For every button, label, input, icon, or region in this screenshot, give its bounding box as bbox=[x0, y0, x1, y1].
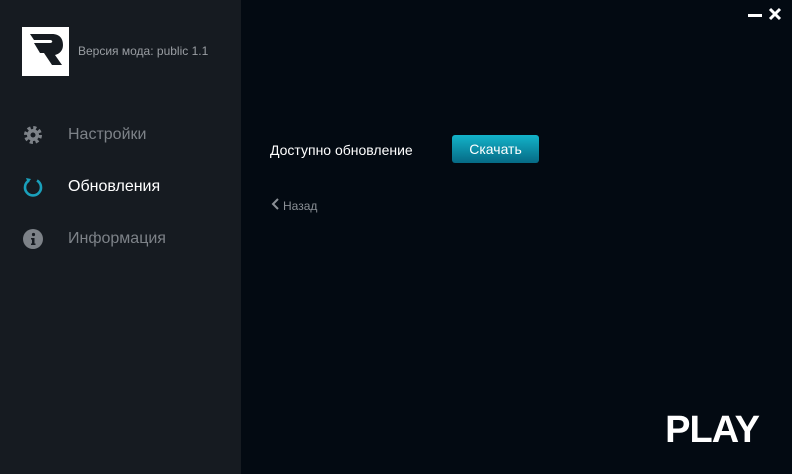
download-button[interactable]: Скачать bbox=[452, 135, 539, 163]
minimize-icon bbox=[748, 8, 762, 25]
minimize-button[interactable] bbox=[748, 8, 762, 26]
sidebar: Версия мода: public 1.1 Настройки Обновл… bbox=[0, 0, 241, 474]
main-panel: Доступно обновление Скачать Назад PLAY bbox=[241, 0, 792, 474]
sidebar-item-label: Информация bbox=[68, 230, 166, 247]
play-button[interactable]: PLAY bbox=[665, 409, 760, 452]
logo bbox=[22, 27, 69, 76]
info-icon bbox=[23, 229, 43, 249]
gear-icon bbox=[23, 125, 43, 145]
chevron-left-icon bbox=[271, 198, 279, 213]
sidebar-item-label: Обновления bbox=[68, 178, 161, 195]
close-icon bbox=[768, 7, 782, 25]
sidebar-item-updates[interactable]: Обновления bbox=[0, 167, 241, 207]
close-button[interactable] bbox=[768, 7, 782, 26]
back-link[interactable]: Назад bbox=[271, 198, 317, 213]
sidebar-item-settings[interactable]: Настройки bbox=[0, 115, 241, 155]
refresh-icon bbox=[23, 177, 43, 197]
update-available-text: Доступно обновление bbox=[270, 142, 413, 158]
mod-version: Версия мода: public 1.1 bbox=[78, 44, 209, 58]
sidebar-item-info[interactable]: Информация bbox=[0, 219, 241, 259]
sidebar-item-label: Настройки bbox=[68, 126, 147, 143]
back-label: Назад bbox=[283, 198, 318, 213]
